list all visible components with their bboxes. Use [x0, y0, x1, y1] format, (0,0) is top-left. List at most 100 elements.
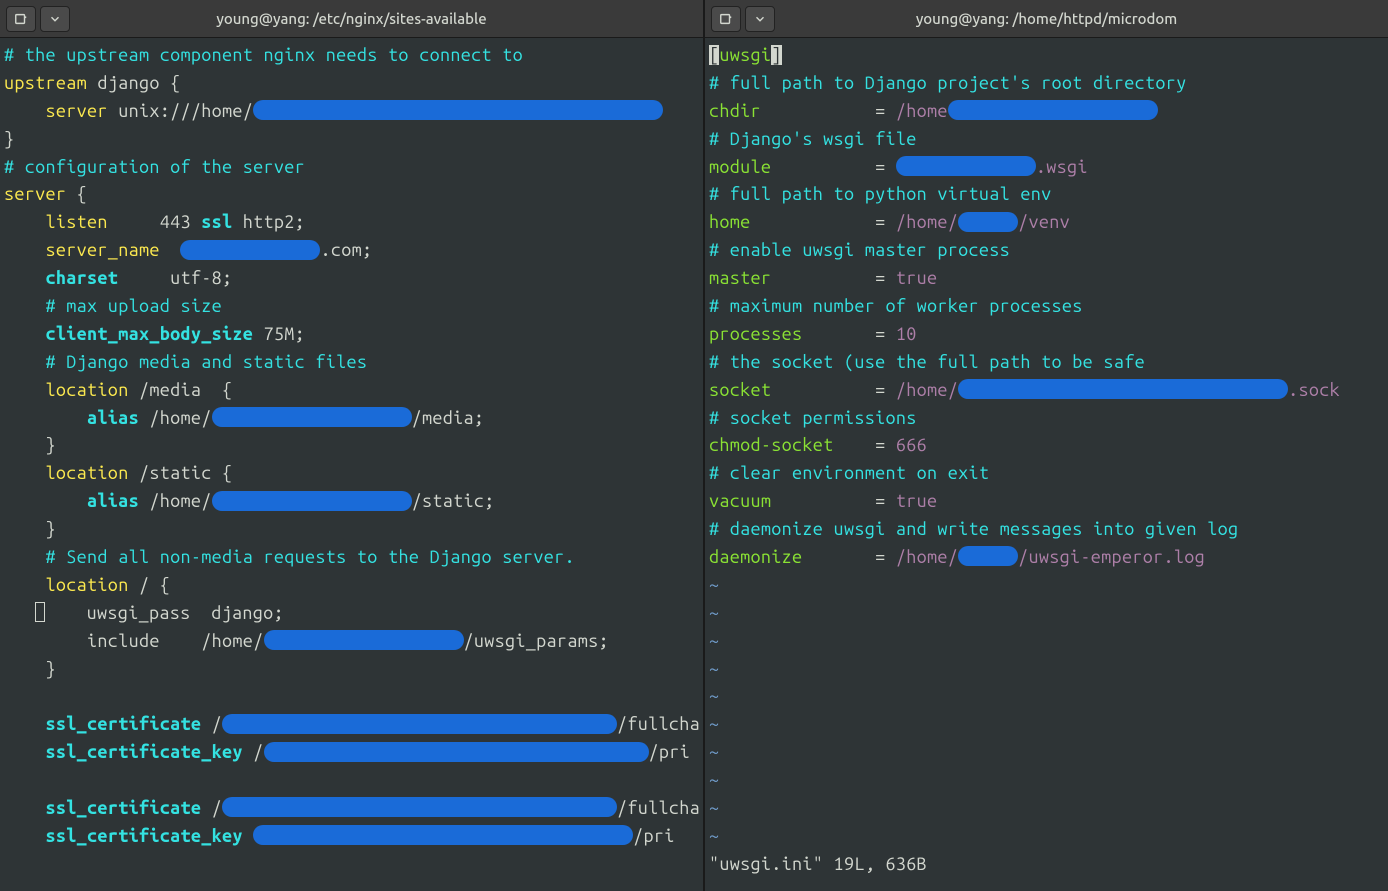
code-text: unix:///home/ [108, 101, 253, 121]
redaction [958, 379, 1288, 399]
titlebar-left: young@yang: /etc/nginx/sites-available [0, 0, 703, 38]
menu-dropdown-button[interactable] [745, 6, 775, 32]
code-comment: # max upload size [46, 296, 222, 316]
menu-dropdown-button[interactable] [40, 6, 70, 32]
code-text: /fullcha [617, 798, 700, 818]
nginx-keyword: charset [46, 268, 119, 288]
redaction [264, 742, 649, 762]
path: /home [896, 101, 948, 121]
redaction [958, 546, 1018, 566]
eq: = [875, 547, 896, 567]
nginx-keyword: server [4, 184, 66, 204]
code-text: /static { [129, 463, 233, 483]
nginx-keyword: location [46, 380, 129, 400]
nginx-keyword: server [46, 101, 108, 121]
ini-section: uwsgi [719, 45, 771, 65]
window-title-right: young@yang: /home/httpd/microdom [916, 7, 1177, 30]
ini-value: 10 [896, 324, 917, 344]
vim-tilde: ~ [709, 575, 719, 595]
redaction [222, 714, 617, 734]
code-text: /home/ [139, 408, 212, 428]
ini-key: module [709, 157, 771, 177]
code-text: 443 [108, 212, 201, 232]
new-tab-button[interactable] [711, 6, 741, 32]
code-comment: # daemonize uwsgi and write messages int… [709, 519, 1238, 539]
ini-key: vacuum [709, 491, 771, 511]
vim-tilde: ~ [709, 714, 719, 734]
redaction [958, 212, 1018, 232]
new-tab-button[interactable] [6, 6, 36, 32]
code-text: django { [87, 73, 180, 93]
cursor [35, 602, 45, 622]
ini-key: socket [709, 380, 771, 400]
nginx-keyword: ssl [201, 212, 232, 232]
code-comment: # socket permissions [709, 408, 917, 428]
eq: = [875, 212, 896, 232]
code-text: uwsgi_pass django; [87, 603, 284, 623]
ini-value: true [896, 268, 938, 288]
vim-tilde: ~ [709, 659, 719, 679]
vim-tilde: ~ [709, 770, 719, 790]
vim-tilde: ~ [709, 686, 719, 706]
redaction [212, 407, 412, 427]
selection-highlight: ] [771, 45, 781, 65]
redaction [222, 797, 617, 817]
code-text: /static; [412, 491, 495, 511]
eq: = [875, 380, 896, 400]
code-text: /media; [412, 408, 485, 428]
nginx-keyword: ssl_certificate [46, 714, 202, 734]
editor-content-right[interactable]: [uwsgi] # full path to Django project's … [705, 38, 1388, 891]
eq: = [875, 435, 896, 455]
code-text: 75M; [253, 324, 305, 344]
code-text: include /home/ [87, 631, 263, 651]
terminal-pane-right: young@yang: /home/httpd/microdom [uwsgi]… [705, 0, 1388, 891]
path: /home/ [896, 212, 958, 232]
ini-key: processes [709, 324, 802, 344]
eq: = [875, 101, 896, 121]
redaction [180, 240, 320, 260]
code-comment: # the socket (use the full path to be sa… [709, 352, 1145, 372]
nginx-keyword: ssl_certificate [46, 798, 202, 818]
code-comment: # full path to python virtual env [709, 184, 1052, 204]
code-text: /home/ [139, 491, 212, 511]
eq: = [875, 491, 896, 511]
eq: = [875, 324, 896, 344]
nginx-keyword: location [46, 463, 129, 483]
code-comment: # enable uwsgi master process [709, 240, 1010, 260]
redaction [253, 100, 663, 120]
code-comment: # maximum number of worker processes [709, 296, 1083, 316]
ini-key: chmod-socket [709, 435, 834, 455]
ini-key: daemonize [709, 547, 802, 567]
ini-key: chdir [709, 101, 761, 121]
ini-key: home [709, 212, 751, 232]
code-text: http2; [232, 212, 305, 232]
path: / [1018, 212, 1028, 232]
nginx-keyword: ssl_certificate_key [46, 742, 243, 762]
vim-tilde: ~ [709, 742, 719, 762]
nginx-keyword: listen [46, 212, 108, 232]
vim-tilde: ~ [709, 826, 719, 846]
code-text: / { [129, 575, 171, 595]
code-text: .com; [320, 240, 372, 260]
path: /home/ [896, 547, 958, 567]
nginx-keyword: client_max_body_size [46, 324, 254, 344]
code-text: { [66, 184, 87, 204]
code-comment: # configuration of the server [4, 157, 305, 177]
nginx-keyword: upstream [4, 73, 87, 93]
selection-highlight: [ [709, 45, 719, 65]
code-text: /media { [129, 380, 233, 400]
path: venv [1029, 212, 1071, 232]
editor-content-left[interactable]: # the upstream component nginx needs to … [0, 38, 703, 891]
code-comment: # the upstream component nginx needs to … [4, 45, 523, 65]
window-title-left: young@yang: /etc/nginx/sites-available [216, 7, 486, 30]
code-text: /pri [649, 742, 691, 762]
vim-tilde: ~ [709, 631, 719, 651]
code-text: utf-8; [118, 268, 232, 288]
path: /uwsgi-emperor.log [1018, 547, 1205, 567]
code-comment: # Django media and static files [46, 352, 368, 372]
eq: = [875, 268, 896, 288]
code-comment: # Django's wsgi file [709, 129, 917, 149]
ini-key: master [709, 268, 771, 288]
vim-status-line: "uwsgi.ini" 19L, 636B [709, 854, 927, 874]
code-text: /fullcha [617, 714, 700, 734]
